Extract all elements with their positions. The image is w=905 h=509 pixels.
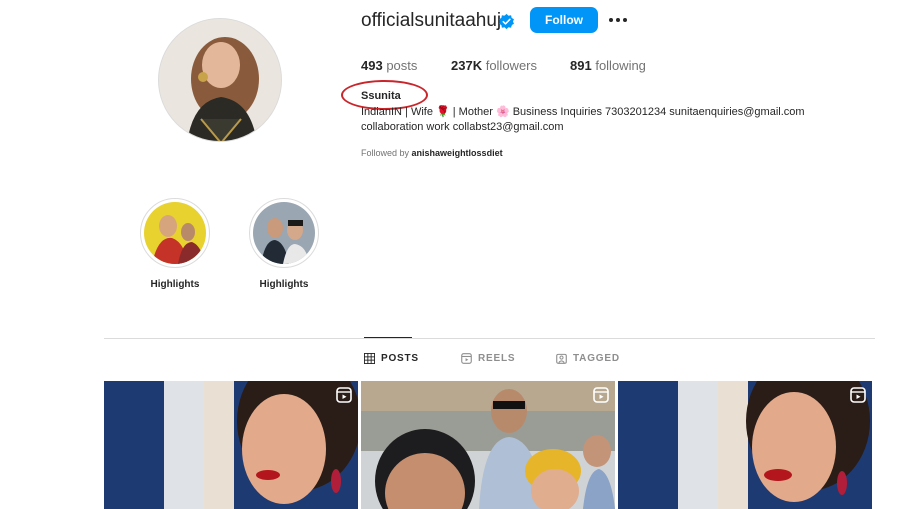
post-3-image xyxy=(618,381,872,509)
tabs-divider xyxy=(104,338,875,339)
highlight-2[interactable] xyxy=(249,198,319,268)
post-1[interactable] xyxy=(104,381,358,509)
bio-line-1: IndianIN | Wife 🌹 | Mother 🌸 Business In… xyxy=(361,106,805,118)
follow-button[interactable]: Follow xyxy=(530,7,598,33)
post-3[interactable] xyxy=(618,381,872,509)
reel-badge-icon xyxy=(850,387,866,403)
followers-count-value: 237K xyxy=(451,58,483,73)
post-2-image xyxy=(361,381,615,509)
avatar-image xyxy=(159,19,281,141)
tab-tagged[interactable]: TAGGED xyxy=(556,353,620,364)
tab-posts[interactable]: POSTS xyxy=(364,353,419,364)
following-label: following xyxy=(595,58,646,73)
followed-by[interactable]: Followed by anishaweightlossdiet xyxy=(361,148,503,158)
tab-tagged-label: TAGGED xyxy=(573,353,620,364)
reels-icon xyxy=(461,353,472,364)
followed-by-user[interactable]: anishaweightlossdiet xyxy=(412,148,503,158)
highlight-2-image xyxy=(253,202,315,264)
following-count[interactable]: 891 following xyxy=(570,58,646,73)
highlight-1-image xyxy=(144,202,206,264)
followers-count[interactable]: 237K followers xyxy=(451,58,537,73)
profile-username: officialsunitaahuja xyxy=(361,10,512,31)
more-options-icon[interactable] xyxy=(607,9,629,31)
highlight-2-label: Highlights xyxy=(259,279,309,290)
highlight-1-label: Highlights xyxy=(150,279,200,290)
reel-badge-icon xyxy=(336,387,352,403)
profile-avatar[interactable] xyxy=(158,18,282,142)
tagged-icon xyxy=(556,353,567,364)
tab-posts-label: POSTS xyxy=(381,353,419,364)
verified-badge-icon xyxy=(499,13,514,30)
posts-label: posts xyxy=(386,58,418,73)
highlight-1[interactable] xyxy=(140,198,210,268)
followed-by-prefix: Followed by xyxy=(361,148,410,158)
following-count-value: 891 xyxy=(570,58,592,73)
post-1-image xyxy=(104,381,358,509)
tab-reels-label: REELS xyxy=(478,353,516,364)
grid-icon xyxy=(364,353,375,364)
posts-count: 493 posts xyxy=(361,58,417,73)
tab-reels[interactable]: REELS xyxy=(461,353,515,364)
followers-label: followers xyxy=(485,58,537,73)
bio-line-2: collaboration work collabst23@gmail.com xyxy=(361,121,564,133)
posts-count-value: 493 xyxy=(361,58,383,73)
post-2[interactable] xyxy=(361,381,615,509)
active-tab-indicator xyxy=(364,337,412,338)
reel-badge-icon xyxy=(593,387,609,403)
